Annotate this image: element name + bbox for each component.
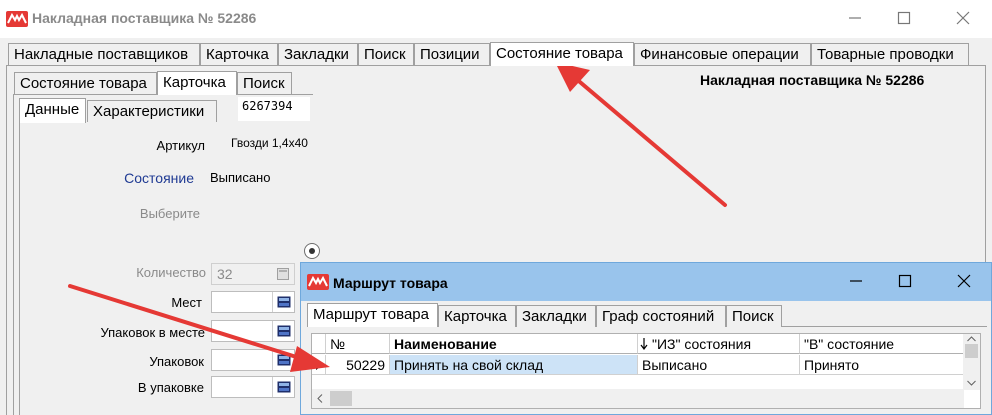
maximize-icon — [898, 274, 912, 288]
main-window-titlebar[interactable]: Накладная поставщика № 52286 — [0, 0, 992, 38]
grid-horizontal-scrollbar[interactable] — [312, 389, 964, 408]
in-pack-calculator-button[interactable] — [272, 377, 294, 397]
quantity-calculator-button[interactable] — [272, 264, 294, 284]
cardtab-data[interactable]: Данные — [19, 98, 86, 123]
scroll-up-icon — [967, 336, 976, 342]
tab-card[interactable]: Карточка — [200, 43, 278, 65]
packs-per-place-calculator-button[interactable] — [272, 321, 294, 341]
route-maximize-button[interactable] — [882, 263, 928, 301]
radio-selected-icon[interactable] — [304, 243, 320, 259]
choose-label: Выберите — [139, 206, 200, 221]
cell-to-state[interactable]: Принято — [800, 355, 964, 375]
state-value: Выписано — [210, 170, 271, 185]
row-indicator — [312, 355, 326, 375]
tab-financial-operations[interactable]: Финансовые операции — [634, 43, 811, 65]
route-tab-search[interactable]: Поиск — [726, 305, 782, 327]
cell-from-state[interactable]: Выписано — [638, 355, 800, 375]
column-header-from-state[interactable]: "ИЗ" состояния — [638, 334, 800, 354]
subtab-search[interactable]: Поиск — [237, 72, 292, 94]
tab-positions[interactable]: Позиции — [414, 43, 490, 65]
minimize-icon — [850, 280, 862, 282]
calculator-icon — [277, 381, 290, 393]
tab-goods-postings[interactable]: Товарные проводки — [811, 43, 969, 65]
column-header-number[interactable]: № — [326, 334, 390, 354]
tab-supplier-invoices[interactable]: Накладные поставщиков — [8, 43, 200, 65]
route-tab-state-graph[interactable]: Граф состояний — [596, 305, 726, 327]
close-icon — [956, 11, 970, 25]
quantity-value: 32 — [217, 266, 233, 282]
packs-label: Упаковок — [149, 354, 204, 369]
maximize-button[interactable] — [881, 0, 927, 38]
calculator-icon — [277, 296, 290, 308]
places-label: Мест — [171, 295, 202, 310]
route-close-button[interactable] — [941, 263, 987, 301]
tab-search[interactable]: Поиск — [358, 43, 414, 65]
close-icon — [957, 274, 971, 288]
grid-indicator-header — [312, 334, 326, 354]
route-tab-card[interactable]: Карточка — [438, 305, 516, 327]
cardtab-characteristics[interactable]: Характеристики — [87, 100, 217, 122]
packs-per-place-label: Упаковок в месте — [100, 325, 205, 340]
article-label: Артикул — [156, 138, 205, 153]
scroll-left-icon — [317, 394, 323, 403]
cell-number[interactable]: 50229 — [326, 355, 390, 375]
window-title: Накладная поставщика № 52286 — [32, 10, 257, 26]
app-logo-icon — [307, 274, 329, 290]
route-tab-bookmarks[interactable]: Закладки — [516, 305, 596, 327]
route-tab-route[interactable]: Маршрут товара — [307, 303, 438, 327]
tab-bookmarks[interactable]: Закладки — [278, 43, 358, 65]
subtab-card[interactable]: Карточка — [157, 71, 237, 95]
state-label[interactable]: Состояние — [90, 170, 194, 186]
sort-down-arrow-icon — [640, 338, 648, 350]
article-value: Гвозди 1,4х40 — [231, 136, 308, 150]
calculator-icon — [277, 325, 290, 337]
column-header-to-state[interactable]: "В" состояние — [800, 334, 964, 354]
tab-goods-state[interactable]: Состояние товара — [490, 42, 634, 66]
packs-calculator-button[interactable] — [272, 350, 294, 370]
grid-vertical-scrollbar[interactable] — [963, 334, 980, 390]
cell-name[interactable]: Принять на свой склад — [390, 355, 638, 375]
horizontal-scroll-thumb[interactable] — [330, 391, 352, 406]
minimize-button[interactable] — [832, 0, 878, 38]
places-calculator-button[interactable] — [272, 292, 294, 312]
in-pack-label: В упаковке — [137, 380, 204, 395]
row-pointer-icon — [316, 361, 322, 370]
minimize-icon — [849, 17, 861, 19]
item-code: 6267394 — [238, 97, 310, 121]
route-window-title: Маршрут товара — [333, 275, 448, 291]
quantity-label: Количество — [136, 265, 206, 280]
app-logo-icon — [6, 11, 28, 27]
scroll-down-icon — [967, 380, 976, 386]
calculator-icon — [277, 268, 289, 280]
route-minimize-button[interactable] — [833, 263, 879, 301]
close-button[interactable] — [940, 0, 986, 38]
column-header-name[interactable]: Наименование — [390, 334, 638, 354]
route-grid[interactable]: № Наименование "ИЗ" состояния "В" состоя… — [311, 333, 981, 409]
column-header-from-state-label: "ИЗ" состояния — [652, 336, 752, 352]
calculator-icon — [277, 354, 290, 366]
route-window-titlebar[interactable]: Маршрут товара — [301, 263, 991, 301]
route-window[interactable]: Маршрут товара Маршрут товара Карточка З… — [300, 262, 992, 415]
document-header: Накладная поставщика № 52286 — [700, 72, 925, 88]
subtab-goods-state[interactable]: Состояние товара — [14, 72, 157, 94]
maximize-icon — [897, 11, 911, 25]
vertical-scroll-thumb[interactable] — [965, 344, 978, 358]
